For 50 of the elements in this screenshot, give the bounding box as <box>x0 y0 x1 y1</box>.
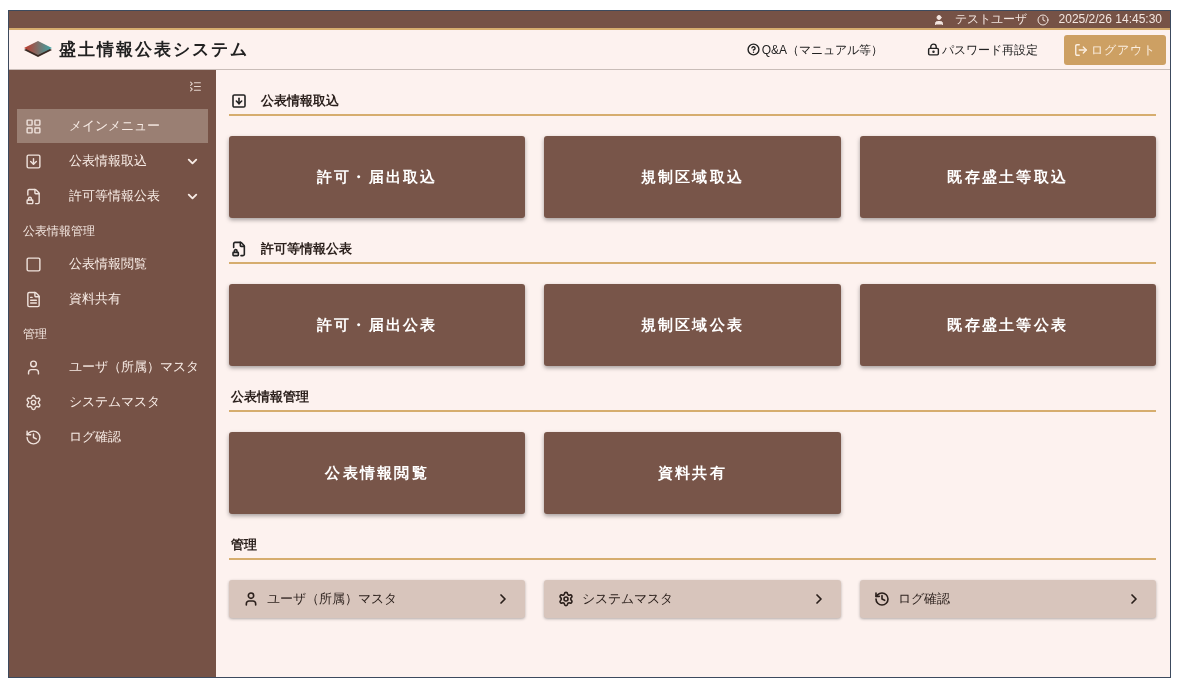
section-title: 許可等情報公表 <box>261 240 352 259</box>
section-title: 公表情報取込 <box>261 92 339 111</box>
sidebar-item[interactable]: 公表情報閲覧 <box>17 247 208 281</box>
window-icon <box>25 255 42 273</box>
locked-file-icon <box>231 241 247 257</box>
user-icon <box>25 358 42 376</box>
grid-icon <box>25 117 42 135</box>
menu-tile-button[interactable]: 既存盛土等取込 <box>859 136 1156 218</box>
download-box-icon <box>25 152 42 170</box>
user-icon <box>243 591 259 607</box>
settings-icon <box>25 393 42 411</box>
clock-icon <box>1036 13 1049 26</box>
sidebar-item[interactable]: ログ確認 <box>17 420 208 454</box>
menu-tile-button[interactable]: 資料共有 <box>544 432 841 514</box>
sidebar-heading: 管理 <box>22 326 48 343</box>
collapse-menu-icon[interactable] <box>189 80 202 93</box>
section-title: 管理 <box>231 536 257 555</box>
sidebar-item[interactable]: メインメニュー <box>17 109 208 143</box>
menu-tile-button[interactable]: 規制区域公表 <box>544 284 841 366</box>
menu-tile-button[interactable]: 許可・届出取込 <box>229 136 526 218</box>
sidebar-heading: 公表情報管理 <box>22 223 96 240</box>
user-name: テストユーザ <box>954 11 1027 28</box>
help-icon <box>746 43 760 56</box>
history-icon <box>25 428 42 446</box>
logo-icon <box>23 40 53 59</box>
download-box-icon <box>231 93 247 109</box>
sidebar-item[interactable]: 許可等情報公表 <box>17 179 208 213</box>
menu-tile-button[interactable]: 公表情報閲覧 <box>229 432 526 514</box>
sidebar-item[interactable]: ユーザ（所属）マスタ <box>17 350 208 384</box>
sidebar-item[interactable]: システムマスタ <box>17 385 208 419</box>
history-icon <box>873 591 890 607</box>
datetime: 2025/2/26 14:45:30 <box>1058 11 1162 28</box>
sidebar-item[interactable]: 資料共有 <box>17 282 208 316</box>
menu-tile-button[interactable]: 規制区域取込 <box>544 136 841 218</box>
menu-link-button[interactable]: システムマスタ <box>544 580 841 618</box>
settings-icon <box>558 591 575 607</box>
logout-icon <box>1074 42 1089 57</box>
header-link[interactable]: パスワード再設定 <box>927 40 1038 59</box>
section-title: 公表情報管理 <box>231 388 309 407</box>
menu-tile-button[interactable]: 許可・届出公表 <box>229 284 526 366</box>
lock-icon <box>927 43 940 56</box>
menu-link-button[interactable]: ログ確認 <box>859 580 1156 618</box>
menu-link-button[interactable]: ユーザ（所属）マスタ <box>229 580 526 618</box>
locked-file-icon <box>25 187 42 205</box>
document-icon <box>25 290 42 308</box>
sidebar-item[interactable]: 公表情報取込 <box>17 144 208 178</box>
header-link[interactable]: Q&A（マニュアル等） <box>746 40 883 59</box>
user-icon <box>932 13 945 26</box>
app-title: 盛土情報公表システム <box>59 38 250 61</box>
menu-tile-button[interactable]: 既存盛土等公表 <box>859 284 1156 366</box>
